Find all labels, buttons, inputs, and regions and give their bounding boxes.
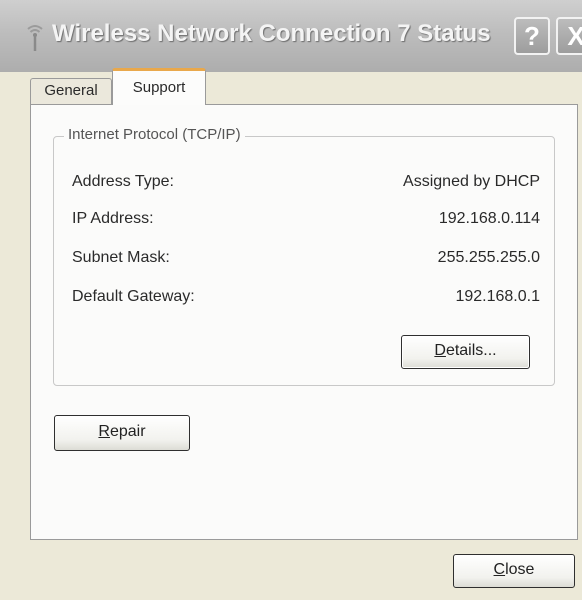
details-button[interactable]: Details... [401, 335, 530, 369]
repair-button[interactable]: Repair [54, 415, 190, 451]
help-button[interactable]: ? [514, 17, 550, 55]
tab-panel-support: Internet Protocol (TCP/IP) Address Type:… [30, 104, 578, 540]
close-icon[interactable]: X [556, 17, 582, 55]
wireless-network-icon [27, 25, 43, 51]
subnet-mask-value: 255.255.255.0 [437, 249, 540, 266]
window-title: Wireless Network Connection 7 Status [52, 20, 491, 47]
default-gateway-label: Default Gateway: [72, 288, 195, 305]
tcpip-groupbox: Internet Protocol (TCP/IP) Address Type:… [53, 126, 555, 386]
tab-support[interactable]: Support [112, 68, 206, 105]
default-gateway-value: 192.168.0.1 [455, 288, 540, 305]
address-type-value: Assigned by DHCP [403, 173, 540, 190]
close-button-label: Close [493, 561, 535, 578]
groupbox-legend: Internet Protocol (TCP/IP) [64, 126, 245, 143]
details-button-label: Details... [434, 342, 497, 359]
subnet-mask-label: Subnet Mask: [72, 249, 170, 266]
ip-address-label: IP Address: [72, 210, 154, 227]
close-button[interactable]: Close [453, 554, 575, 588]
title-bar[interactable]: Wireless Network Connection 7 Status ? X [0, 0, 582, 72]
status-dialog: Wireless Network Connection 7 Status ? X… [0, 0, 582, 600]
tab-general[interactable]: General [30, 78, 112, 104]
address-type-label: Address Type: [72, 173, 174, 190]
repair-button-label: Repair [98, 423, 146, 440]
ip-address-value: 192.168.0.114 [438, 210, 540, 227]
